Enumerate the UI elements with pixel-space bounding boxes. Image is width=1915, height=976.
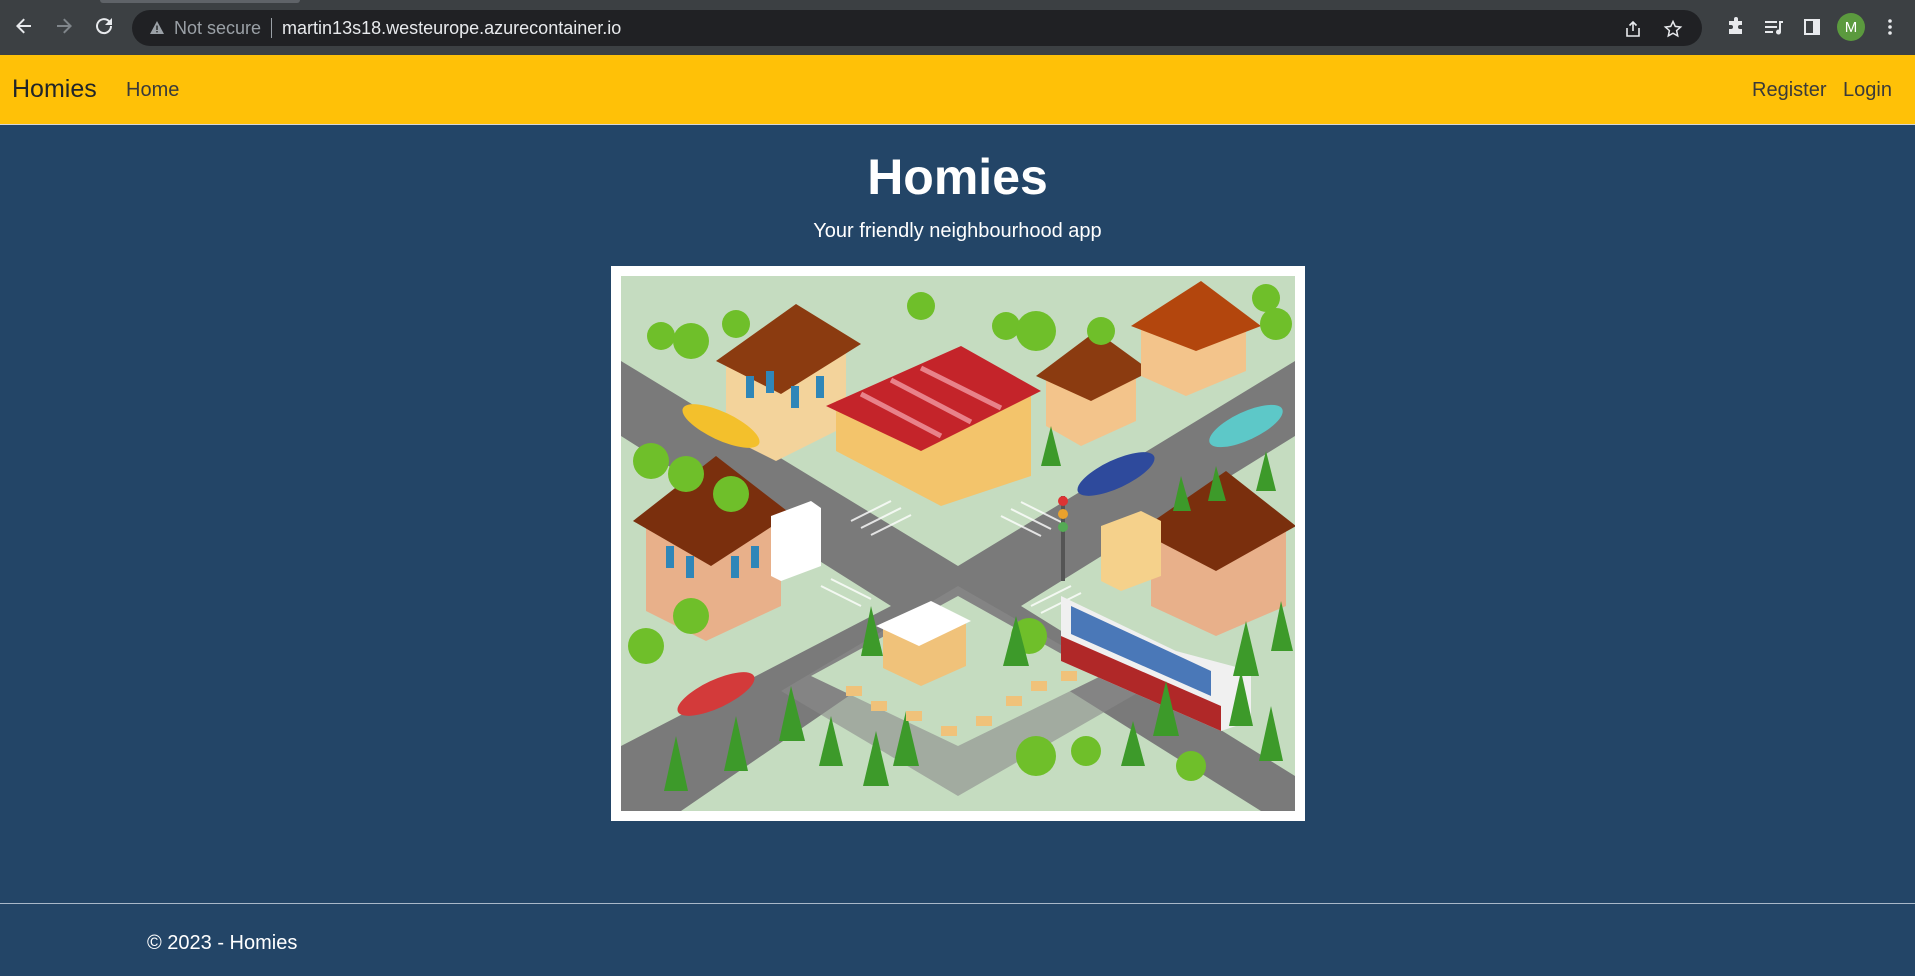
star-icon — [1663, 19, 1683, 38]
browser-toolbar: Not secure martin13s18.westeurope.azurec… — [0, 0, 1915, 55]
side-panel-button[interactable] — [1799, 14, 1825, 40]
reload-icon — [96, 18, 113, 35]
back-arrow-icon — [16, 18, 31, 34]
bookmark-button[interactable] — [1660, 16, 1686, 42]
nav-register-link[interactable]: Register — [1752, 79, 1826, 102]
footer-copyright: © 2023 - Homies — [147, 932, 298, 954]
address-bar[interactable]: Not secure martin13s18.westeurope.azurec… — [132, 10, 1702, 46]
extensions-button[interactable] — [1723, 14, 1749, 40]
kebab-menu-icon — [1888, 19, 1892, 35]
tab-indicator — [100, 0, 300, 3]
nav-login-link[interactable]: Login — [1843, 79, 1892, 102]
hero-image — [611, 266, 1305, 821]
media-button[interactable] — [1761, 14, 1787, 40]
share-icon — [1626, 20, 1640, 37]
back-button[interactable] — [10, 12, 38, 40]
profile-avatar[interactable]: M — [1837, 13, 1865, 41]
forward-arrow-icon — [57, 18, 72, 34]
browser-menu-button[interactable] — [1877, 14, 1903, 40]
footer-divider — [0, 903, 1915, 904]
brand-link[interactable]: Homies — [12, 75, 97, 104]
url-text[interactable]: martin13s18.westeurope.azurecontainer.io — [282, 18, 621, 39]
share-button[interactable] — [1620, 16, 1646, 42]
side-panel-icon — [1804, 19, 1820, 35]
reload-button[interactable] — [90, 12, 118, 40]
site-navbar: Homies Home Register Login — [0, 55, 1915, 125]
extensions-icon — [1729, 17, 1742, 34]
page-subtitle: Your friendly neighbourhood app — [813, 220, 1102, 242]
forward-button[interactable] — [50, 12, 78, 40]
security-label[interactable]: Not secure — [174, 18, 261, 39]
nav-home-link[interactable]: Home — [126, 79, 179, 102]
neighbourhood-illustration — [621, 276, 1295, 811]
page-title: Homies — [867, 149, 1048, 205]
warning-icon — [148, 19, 166, 37]
media-icon — [1765, 21, 1783, 35]
omnibox-separator — [271, 18, 273, 38]
